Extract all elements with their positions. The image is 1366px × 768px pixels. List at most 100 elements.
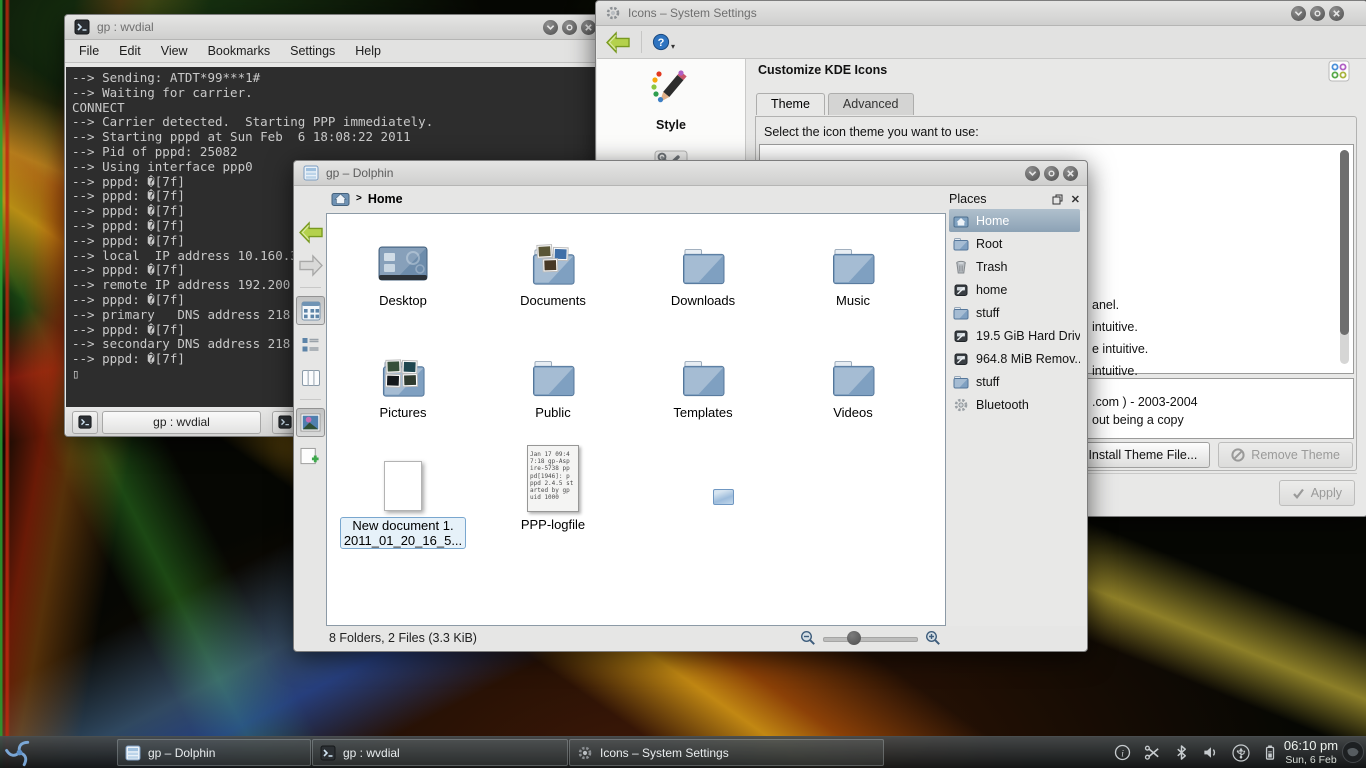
dolphin-window[interactable]: gp – Dolphin > Home DesktopDocumentsDown… — [293, 160, 1088, 652]
breadcrumb-home-icon[interactable] — [331, 190, 350, 207]
help-button[interactable]: ?▾ — [652, 33, 675, 51]
places-panel: Places ✕ HomeRootTrashhomestuff19.5 GiB … — [949, 189, 1080, 624]
details-view-button[interactable] — [297, 331, 324, 358]
split-view-button[interactable] — [297, 443, 324, 470]
dolphin-titlebar[interactable]: gp – Dolphin — [294, 161, 1087, 186]
icons-view-button[interactable] — [296, 296, 325, 325]
minimize-button[interactable] — [543, 20, 558, 35]
svg-text:?: ? — [658, 37, 665, 49]
usb-tray-icon[interactable] — [1232, 744, 1250, 762]
back-button[interactable] — [297, 219, 324, 246]
folder-item[interactable]: Desktop — [328, 222, 478, 334]
info-tray-icon[interactable]: i — [1114, 744, 1131, 761]
new-tab-button[interactable] — [72, 411, 98, 434]
gear-icon — [577, 745, 593, 761]
panel-toolbox-cashew[interactable] — [1341, 740, 1365, 764]
scissors-tray-icon[interactable] — [1144, 744, 1161, 761]
style-icon — [648, 67, 694, 109]
menu-edit[interactable]: Edit — [119, 44, 141, 58]
place-home[interactable]: home — [949, 278, 1080, 301]
konsole-title: gp : wvdial — [97, 20, 154, 34]
drive-icon — [953, 328, 969, 344]
file-item[interactable]: New document 1.2011_01_20_16_5... — [328, 446, 478, 566]
folder-icon — [830, 334, 877, 400]
place-label: Trash — [976, 260, 1008, 274]
folder-item[interactable]: Documents — [478, 222, 628, 334]
forward-button[interactable] — [297, 252, 324, 279]
dolphin-toolbar — [295, 211, 326, 626]
konsole-titlebar[interactable]: gp : wvdial — [65, 15, 605, 40]
place-home[interactable]: Home — [949, 209, 1080, 232]
task-label: Icons – System Settings — [600, 746, 729, 760]
close-button[interactable] — [1063, 166, 1078, 181]
place-trash[interactable]: Trash — [949, 255, 1080, 278]
file-icon — [383, 446, 423, 512]
place-label: stuff — [976, 375, 999, 389]
place-label: 964.8 MiB Remov... — [976, 352, 1080, 366]
app-launcher-button[interactable] — [0, 737, 38, 768]
menu-bookmarks[interactable]: Bookmarks — [208, 44, 271, 58]
tab-advanced[interactable]: Advanced — [828, 93, 914, 115]
place-stuff[interactable]: stuff — [949, 370, 1080, 393]
folder-item[interactable]: Downloads — [628, 222, 778, 334]
folder-item[interactable]: Music — [778, 222, 928, 334]
volume-tray-icon[interactable] — [1202, 744, 1219, 761]
preview-button[interactable] — [296, 408, 325, 437]
menu-view[interactable]: View — [161, 44, 188, 58]
place-964-8-mib-remov-[interactable]: 964.8 MiB Remov... — [949, 347, 1080, 370]
task-button[interactable]: gp : wvdial — [312, 739, 568, 766]
bluetooth-tray-icon[interactable] — [1174, 744, 1189, 761]
theme-list-fragment: e intuitive. — [1092, 342, 1148, 356]
maximize-button[interactable] — [562, 20, 577, 35]
menu-file[interactable]: File — [79, 44, 99, 58]
task-button[interactable]: Icons – System Settings — [569, 739, 884, 766]
maximize-button[interactable] — [1044, 166, 1059, 181]
place-stuff[interactable]: stuff — [949, 301, 1080, 324]
close-button[interactable] — [581, 20, 596, 35]
close-button[interactable] — [1329, 6, 1344, 21]
theme-list-fragment: intuitive. — [1092, 364, 1138, 378]
folder-item[interactable]: Public — [478, 334, 628, 446]
zoom-out-icon[interactable] — [800, 630, 816, 646]
task-button[interactable]: gp – Dolphin — [117, 739, 311, 766]
digital-clock[interactable]: 06:10 pm Sun, 6 Feb — [1280, 738, 1342, 766]
float-panel-icon[interactable] — [1052, 194, 1063, 205]
battery-tray-icon[interactable] — [1263, 744, 1278, 761]
dolphin-icon — [125, 745, 141, 761]
folder-label: Desktop — [379, 293, 427, 308]
terminal-tab[interactable]: gp : wvdial — [102, 411, 261, 434]
remove-theme-button[interactable]: Remove Theme — [1218, 442, 1353, 468]
menu-settings[interactable]: Settings — [290, 44, 335, 58]
module-heading: Customize KDE Icons — [758, 63, 887, 77]
back-button[interactable] — [605, 31, 631, 54]
place-bluetooth[interactable]: Bluetooth — [949, 393, 1080, 416]
sidebar-item-style[interactable]: Style — [597, 59, 745, 132]
maximize-button[interactable] — [1310, 6, 1325, 21]
clock-date: Sun, 6 Feb — [1280, 754, 1342, 766]
home-icon — [953, 213, 969, 229]
minimize-button[interactable] — [1025, 166, 1040, 181]
place-root[interactable]: Root — [949, 232, 1080, 255]
system-settings-titlebar[interactable]: Icons – System Settings — [596, 1, 1366, 26]
file-item[interactable]: Jan 17 09:47:18 gp-Aspire-5738 pppd[1946… — [478, 446, 628, 566]
folder-view[interactable]: Desktop DocumentsDownloadsMusic PicturesPu… — [326, 213, 946, 626]
apply-button[interactable]: Apply — [1279, 480, 1355, 506]
zoom-in-icon[interactable] — [925, 630, 941, 646]
folder-item[interactable]: Templates — [628, 334, 778, 446]
zoom-slider[interactable] — [823, 631, 918, 645]
minimize-button[interactable] — [1291, 6, 1306, 21]
scrollbar[interactable] — [1340, 150, 1349, 364]
folder-icon — [830, 222, 877, 288]
folder-icon — [680, 222, 727, 288]
folder-icon — [377, 222, 429, 288]
folder-item[interactable]: Videos — [778, 334, 928, 446]
breadcrumb-home[interactable]: Home — [368, 192, 403, 206]
menu-help[interactable]: Help — [355, 44, 381, 58]
folder-icon — [380, 334, 427, 400]
columns-view-button[interactable] — [297, 364, 324, 391]
tab-theme[interactable]: Theme — [756, 93, 825, 115]
folder-item[interactable]: Pictures — [328, 334, 478, 446]
place-19-5-gib-hard-drive[interactable]: 19.5 GiB Hard Drive — [949, 324, 1080, 347]
folderS-icon — [953, 374, 969, 390]
close-panel-icon[interactable]: ✕ — [1071, 193, 1080, 206]
